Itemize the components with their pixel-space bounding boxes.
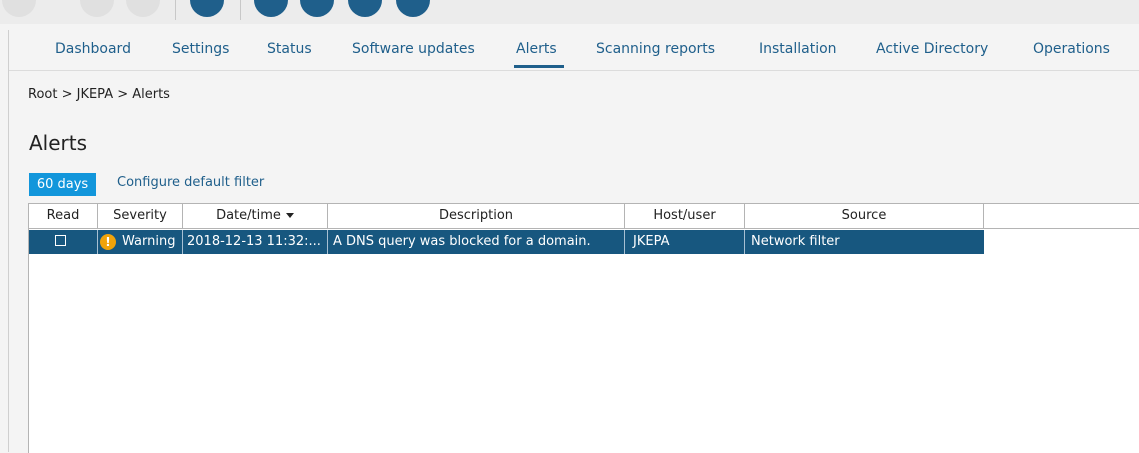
active-tab-indicator (514, 65, 564, 68)
cell-severity: ! Warning (98, 230, 183, 254)
column-label: Source (841, 208, 887, 223)
toolbar-separator (240, 0, 241, 20)
tab-dashboard[interactable]: Dashboard (55, 41, 131, 57)
cell-datetime: 2018-12-13 11:32:... (183, 230, 328, 254)
read-checkbox[interactable] (55, 235, 66, 246)
page-title: Alerts (29, 131, 88, 155)
table-row[interactable]: ! Warning 2018-12-13 11:32:... A DNS que… (29, 230, 984, 254)
column-label: Description (438, 208, 514, 223)
tab-active-directory[interactable]: Active Directory (876, 41, 988, 57)
cell-source: Network filter (751, 234, 840, 249)
toolbar-button[interactable] (254, 0, 288, 17)
column-label: Host/user (653, 208, 716, 223)
tab-settings[interactable]: Settings (172, 41, 229, 57)
warning-icon: ! (100, 234, 116, 250)
toolbar-button[interactable] (2, 0, 36, 17)
column-header-severity[interactable]: Severity (98, 204, 183, 228)
toolbar-button[interactable] (80, 0, 114, 17)
configure-filter-link[interactable]: Configure default filter (117, 175, 264, 190)
sort-descending-icon (285, 213, 294, 218)
cell-description: A DNS query was blocked for a domain. (328, 230, 625, 254)
toolbar-separator (175, 0, 176, 20)
tab-software-updates[interactable]: Software updates (352, 41, 475, 57)
toolbar-button[interactable] (190, 0, 224, 17)
toolbar-button[interactable] (396, 0, 430, 17)
column-label: Severity (113, 208, 167, 223)
table-header: Read Severity Date/time Description Host… (29, 204, 1139, 229)
tab-scanning-reports[interactable]: Scanning reports (596, 41, 715, 57)
toolbar-button[interactable] (126, 0, 160, 17)
content-left-border (8, 30, 9, 452)
cell-host-user: JKEPA (625, 230, 745, 254)
column-header-host-user[interactable]: Host/user (625, 204, 745, 228)
toolbar-button[interactable] (300, 0, 334, 17)
tab-alerts[interactable]: Alerts (516, 41, 557, 57)
column-header-datetime[interactable]: Date/time (183, 204, 328, 228)
column-header-source[interactable]: Source (745, 204, 984, 228)
alerts-table: Read Severity Date/time Description Host… (28, 203, 1139, 453)
toolbar-button[interactable] (348, 0, 382, 17)
tab-status[interactable]: Status (267, 41, 312, 57)
tab-operations[interactable]: Operations (1033, 41, 1110, 57)
top-toolbar (0, 0, 1139, 24)
column-header-description[interactable]: Description (328, 204, 625, 228)
cell-read (29, 230, 98, 254)
days-filter-button[interactable]: 60 days (29, 173, 96, 196)
tab-installation[interactable]: Installation (759, 41, 837, 57)
breadcrumb: Root > JKEPA > Alerts (28, 87, 170, 102)
column-header-read[interactable]: Read (29, 204, 98, 228)
column-label: Read (46, 208, 80, 223)
severity-text: Warning (122, 234, 176, 249)
column-label: Date/time (216, 208, 281, 223)
main-nav: Dashboard Settings Status Software updat… (9, 30, 1139, 71)
